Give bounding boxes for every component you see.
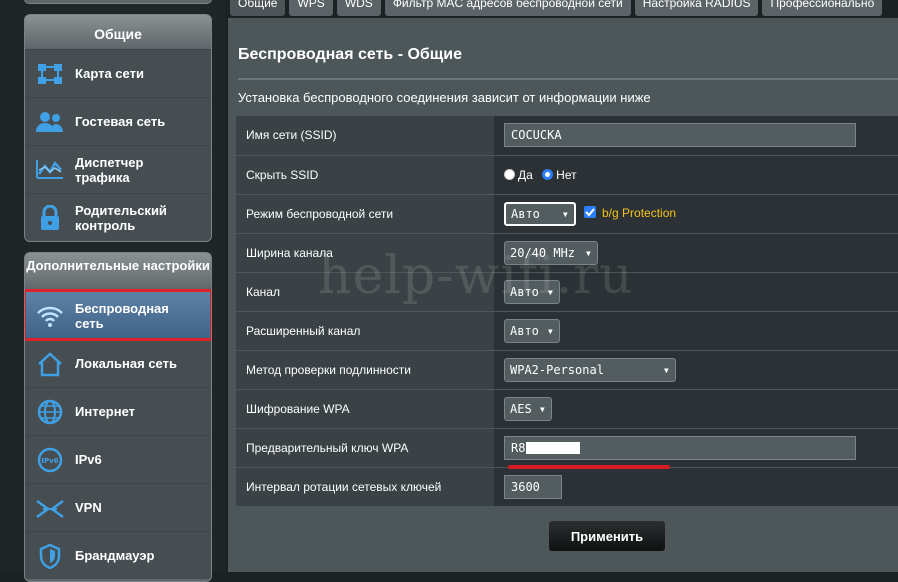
chevron-down-icon: ▾: [546, 323, 554, 338]
encryption-select[interactable]: AES ▾: [504, 396, 552, 421]
hide-ssid-yes-label: Да: [518, 167, 533, 182]
general-menu: Общие Карта сети Гостевая сеть Диспетчер…: [24, 14, 212, 242]
traffic-manager-icon: [25, 146, 75, 194]
sidebar-item-lan[interactable]: Локальная сеть: [25, 339, 211, 387]
sidebar-item-label: Родительский контроль: [75, 202, 167, 233]
ssid-label: Имя сети (SSID): [236, 116, 494, 156]
form-row-hide-ssid: Скрыть SSID Да Нет: [236, 155, 898, 195]
sidebar-item-parental-control[interactable]: Родительский контроль: [25, 193, 211, 241]
main-content: Беспроводная сеть - Общие Установка бесп…: [228, 18, 898, 572]
ext-channel-label: Расширенный канал: [236, 311, 494, 351]
auth-method-select[interactable]: WPA2-Personal ▾: [504, 357, 676, 382]
encryption-value: AES: [510, 401, 532, 416]
chevron-down-icon: ▾: [662, 362, 670, 377]
sidebar: Общие Карта сети Гостевая сеть Диспетчер…: [0, 0, 225, 582]
sidebar-item-traffic-manager[interactable]: Диспетчер трафика: [25, 145, 211, 193]
wifi-icon: [25, 292, 75, 340]
form-row-encryption: Шифрование WPA AES ▾: [236, 389, 898, 429]
sidebar-item-label: Интернет: [75, 404, 136, 419]
sidebar-item-label: Гостевая сеть: [75, 114, 166, 129]
vpn-icon: [25, 484, 75, 532]
sidebar-item-guest-network[interactable]: Гостевая сеть: [25, 97, 211, 145]
chevron-down-icon: ▾: [538, 401, 546, 416]
encryption-label: Шифрование WPA: [236, 389, 494, 429]
ext-channel-value: Авто: [510, 323, 539, 338]
top-menu-stub: [24, 0, 212, 4]
form-row-rotation: Интервал ротации сетевых ключей 3600: [236, 467, 898, 507]
sidebar-item-wireless[interactable]: Беспроводная сеть: [25, 289, 211, 341]
wireless-settings-form: Имя сети (SSID) COCUCKA Скрыть SSID Да Н…: [236, 116, 898, 507]
parental-control-icon: [25, 194, 75, 242]
bg-protection-checkbox[interactable]: [584, 205, 596, 218]
title-divider: [238, 78, 898, 80]
rotation-label: Интервал ротации сетевых ключей: [236, 467, 494, 507]
tab-general[interactable]: Общие: [230, 0, 286, 16]
network-map-icon: [25, 50, 75, 98]
home-lan-icon: [25, 340, 75, 388]
globe-icon: [25, 388, 75, 436]
mode-select[interactable]: Авто ▾: [504, 201, 576, 226]
psk-input[interactable]: R8: [504, 435, 856, 460]
sidebar-item-label: Локальная сеть: [75, 356, 177, 371]
tab-wds[interactable]: WDS: [336, 0, 381, 16]
sidebar-item-label: Беспроводная сеть: [75, 300, 169, 331]
sidebar-item-label: IPv6: [75, 452, 102, 467]
red-underline-annotation: [508, 465, 670, 469]
watermark: help-wifi.ru: [318, 246, 634, 306]
svg-text:IPv6: IPv6: [41, 457, 58, 465]
auth-method-value: WPA2-Personal: [510, 362, 604, 377]
tab-wps[interactable]: WPS: [289, 0, 333, 16]
ipv6-icon: IPv6: [25, 436, 75, 484]
tab-mac-filter[interactable]: Фильтр MAC адресов беспроводной сети: [384, 0, 631, 16]
tab-professional[interactable]: Профессионально: [762, 0, 883, 16]
sidebar-item-label: Карта сети: [75, 66, 144, 81]
advanced-menu-header: Дополнительные настройки: [25, 253, 211, 291]
form-row-psk: Предварительный ключ WPA R8: [236, 428, 898, 468]
ext-channel-select[interactable]: Авто ▾: [504, 318, 560, 343]
rotation-input[interactable]: 3600: [504, 474, 562, 499]
ssid-input[interactable]: COCUCKA: [504, 123, 856, 148]
mode-label: Режим беспроводной сети: [236, 194, 494, 234]
page-title: Беспроводная сеть - Общие: [238, 46, 463, 63]
hide-ssid-label: Скрыть SSID: [236, 155, 494, 195]
firewall-shield-icon: [25, 532, 75, 580]
guest-network-icon: [25, 98, 75, 146]
psk-visible-text: R8: [511, 440, 526, 455]
tab-radius[interactable]: Настройка RADIUS: [634, 0, 759, 16]
sidebar-item-label: Брандмауэр: [75, 548, 155, 563]
advanced-menu: Дополнительные настройки Беспроводная се…: [24, 252, 212, 582]
form-row-mode: Режим беспроводной сети Авто ▾ b/g Protect…: [236, 194, 898, 234]
sidebar-item-network-map[interactable]: Карта сети: [25, 49, 211, 97]
page-description: Установка беспроводного соединения завис…: [238, 90, 651, 105]
psk-label: Предварительный ключ WPA: [236, 428, 494, 468]
chevron-down-icon: ▾: [561, 206, 569, 221]
form-row-auth: Метод проверки подлинности WPA2-Personal…: [236, 350, 898, 390]
auth-method-label: Метод проверки подлинности: [236, 350, 494, 390]
apply-button[interactable]: Применить: [548, 520, 666, 552]
sidebar-item-ipv6[interactable]: IPv6 IPv6: [25, 435, 211, 483]
tab-bar: Общие WPS WDS Фильтр MAC адресов беспров…: [230, 0, 898, 16]
hide-ssid-no-radio[interactable]: [542, 168, 554, 180]
bg-protection-label: b/g Protection: [602, 205, 677, 220]
mode-select-value: Авто: [511, 206, 540, 221]
psk-redaction: [526, 441, 581, 454]
hide-ssid-no-label: Нет: [556, 167, 577, 182]
form-row-ssid: Имя сети (SSID) COCUCKA: [236, 116, 898, 156]
sidebar-item-label: Диспетчер трафика: [75, 154, 144, 185]
hide-ssid-yes-radio[interactable]: [504, 168, 515, 180]
sidebar-item-vpn[interactable]: VPN: [25, 483, 211, 531]
form-row-ext-channel: Расширенный канал Авто ▾: [236, 311, 898, 351]
sidebar-item-internet[interactable]: Интернет: [25, 387, 211, 435]
general-menu-header: Общие: [25, 15, 211, 49]
sidebar-item-label: VPN: [75, 500, 102, 515]
